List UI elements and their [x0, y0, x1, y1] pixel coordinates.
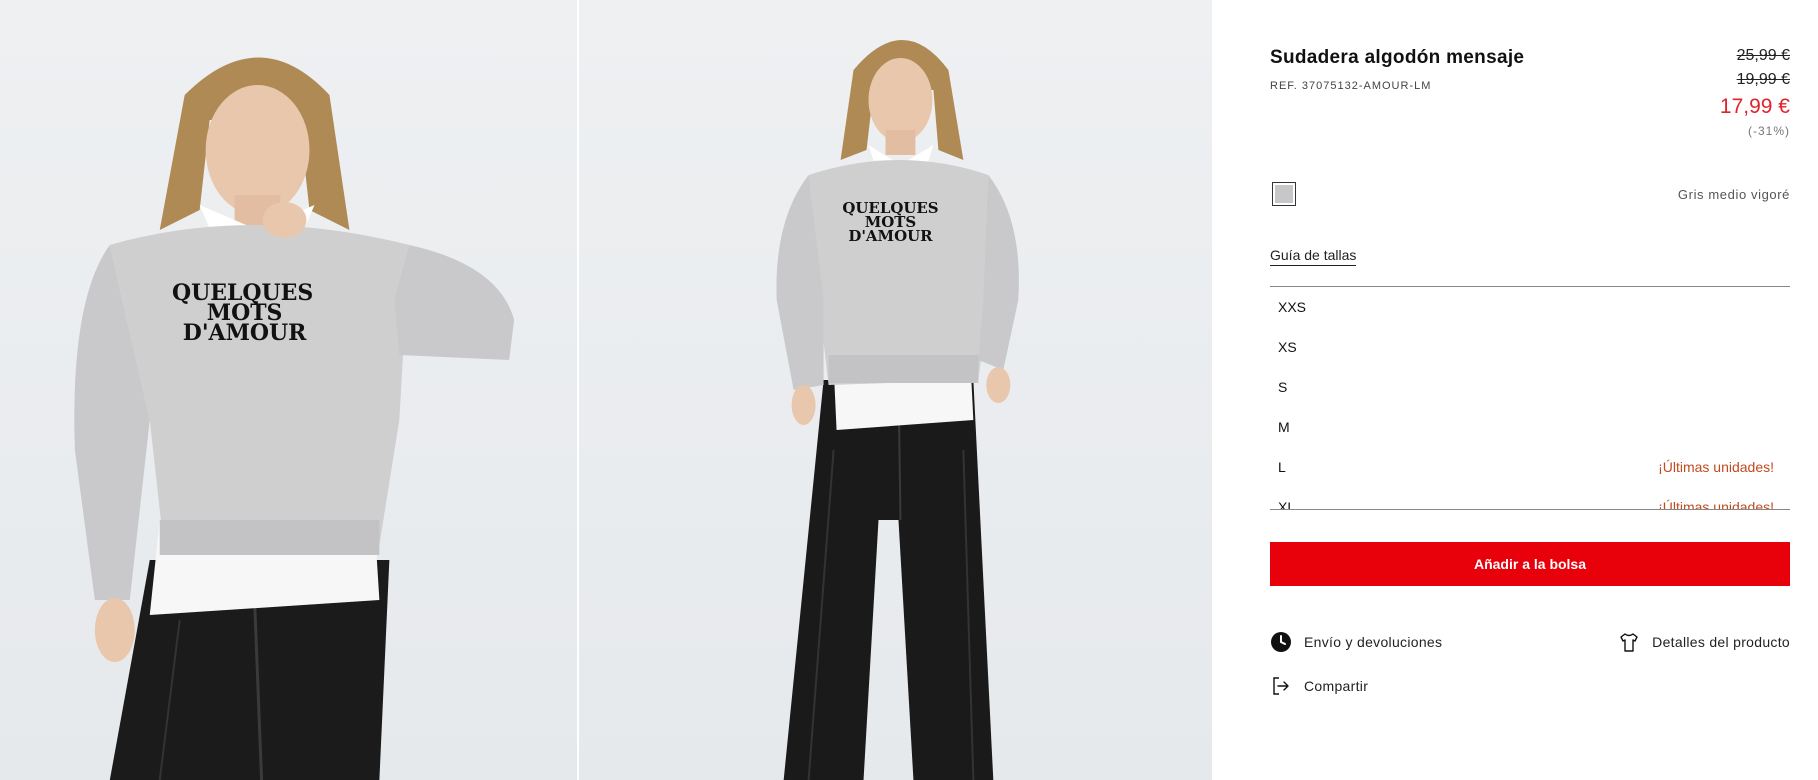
model-illustration-full: QUELQUES MOTS D'AMOUR — [776, 40, 1019, 780]
size-option-xxs[interactable]: XXS — [1270, 287, 1790, 327]
current-price: 17,99 € — [1719, 95, 1790, 118]
share-label: Compartir — [1304, 678, 1369, 694]
size-label: L — [1278, 459, 1286, 475]
product-image-front[interactable]: QUELQUES MOTS D'AMOUR — [0, 0, 578, 780]
size-option-s[interactable]: S — [1270, 367, 1790, 407]
share-exit-icon — [1270, 675, 1292, 697]
product-image-full-body[interactable]: QUELQUES MOTS D'AMOUR — [579, 0, 1212, 780]
previous-price: 19,99 € — [1736, 71, 1790, 88]
size-guide-link[interactable]: Guía de tallas — [1270, 247, 1357, 266]
shipping-returns-link[interactable]: Envío y devoluciones — [1270, 631, 1442, 653]
size-label: XS — [1278, 339, 1297, 355]
print-line-3: D'AMOUR — [183, 320, 307, 346]
stock-note: ¡Últimas unidades! — [1658, 459, 1774, 475]
size-option-l[interactable]: L ¡Últimas unidades! — [1270, 447, 1790, 487]
color-swatch-fill — [1275, 185, 1293, 203]
size-list[interactable]: XXS XS S M L ¡Últimas unidades! XL ¡Últi… — [1270, 286, 1790, 510]
clock-icon — [1270, 631, 1292, 653]
color-name: Gris medio vigoré — [1677, 187, 1790, 202]
size-option-xl[interactable]: XL ¡Últimas unidades! — [1270, 487, 1790, 510]
product-gallery: QUELQUES MOTS D'AMOUR QUELQUES MOTS D'AM… — [0, 0, 1212, 780]
product-reference: REF. 37075132-AMOUR-LM — [1270, 80, 1432, 92]
tshirt-icon — [1618, 631, 1640, 653]
original-price: 25,99 € — [1736, 47, 1790, 64]
product-details-label: Detalles del producto — [1652, 634, 1790, 650]
color-swatch-selected[interactable] — [1272, 182, 1296, 206]
size-label: XXS — [1278, 299, 1307, 315]
size-option-m[interactable]: M — [1270, 407, 1790, 447]
share-link[interactable]: Compartir — [1270, 675, 1368, 697]
stock-note: ¡Últimas unidades! — [1658, 499, 1774, 510]
size-label: XL — [1278, 499, 1296, 510]
discount-percentage: (-31%) — [1747, 124, 1790, 138]
size-label: S — [1278, 379, 1288, 395]
model-illustration-front: QUELQUES MOTS D'AMOUR — [74, 57, 515, 780]
add-to-bag-button[interactable]: Añadir a la bolsa — [1270, 542, 1790, 586]
price-block: 25,99 € 19,99 € 17,99 € (-31%) — [1720, 44, 1790, 138]
product-details-link[interactable]: Detalles del producto — [1618, 631, 1790, 653]
shipping-returns-label: Envío y devoluciones — [1304, 634, 1443, 650]
size-label: M — [1278, 419, 1290, 435]
product-title: Sudadera algodón mensaje — [1270, 47, 1525, 68]
print-line-3: D'AMOUR — [848, 227, 933, 245]
product-info-panel: Sudadera algodón mensaje REF. 37075132-A… — [1270, 0, 1790, 780]
size-option-xs[interactable]: XS — [1270, 327, 1790, 367]
